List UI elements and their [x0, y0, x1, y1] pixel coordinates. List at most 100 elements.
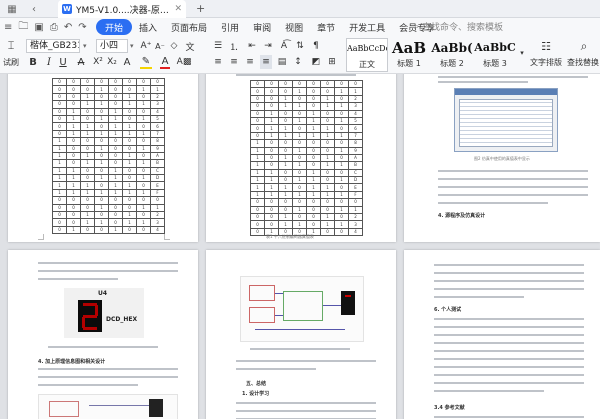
- table-cell: 0: [80, 114, 95, 124]
- align-left-icon[interactable]: ≡: [212, 55, 224, 69]
- close-tab-icon[interactable]: ✕: [174, 4, 182, 14]
- subscript-icon[interactable]: X₂: [106, 55, 118, 69]
- document-tab[interactable]: W YM5-V1.0....决器-原理文档报告 ✕: [58, 0, 186, 18]
- style-heading-2[interactable]: AaBb( 标题 2: [430, 38, 474, 72]
- table-cell: F: [150, 188, 165, 198]
- menu-home[interactable]: 开始: [96, 19, 133, 35]
- underline-icon[interactable]: U: [58, 55, 68, 69]
- redo-icon[interactable]: ↷: [78, 22, 86, 33]
- page-1[interactable]: 0000000000010011001001020011011301001004…: [8, 74, 198, 242]
- font-size-dropdown-icon[interactable]: ▾: [130, 42, 134, 50]
- undo-icon[interactable]: ↶: [64, 22, 72, 33]
- font-size-select[interactable]: 小四: [96, 39, 128, 53]
- table-cell: 0: [264, 153, 279, 163]
- align-center-icon[interactable]: ≡: [228, 55, 240, 69]
- superscript-icon[interactable]: X²: [92, 55, 104, 69]
- chinese-layout-icon[interactable]: A͡: [278, 39, 290, 53]
- hamburger-icon[interactable]: ≡: [4, 22, 12, 33]
- table-cell: 0: [250, 102, 265, 111]
- folder-icon[interactable]: 🗀: [18, 19, 28, 36]
- table-cell: 0: [292, 94, 307, 104]
- page-2[interactable]: 0000000000010011001001020011011301001004…: [206, 74, 396, 242]
- style-heading-3[interactable]: AaBbC 标题 3: [474, 38, 516, 72]
- borders-icon[interactable]: ⊞: [326, 55, 338, 69]
- menu-page-layout[interactable]: 页面布局: [164, 19, 214, 35]
- style-heading-1[interactable]: AaB 标题 1: [390, 38, 428, 72]
- page-4[interactable]: U4 DCD_HEX 4. 加上原理信息图和相关设计: [8, 250, 198, 419]
- menu-references[interactable]: 引用: [214, 19, 246, 35]
- italic-icon[interactable]: I: [44, 55, 54, 69]
- table-cell: C: [150, 166, 165, 176]
- table-cell: 0: [250, 205, 265, 215]
- shading-icon[interactable]: ◩: [310, 55, 322, 69]
- search-icon: ⌕: [414, 21, 420, 32]
- table-cell: 1: [66, 107, 81, 116]
- table-cell: 1: [94, 144, 109, 153]
- table-cell: 1: [122, 211, 137, 220]
- command-search[interactable]: ⌕ 查找命令、搜索模板: [414, 19, 524, 34]
- bold-icon[interactable]: B: [28, 55, 38, 69]
- new-tab-icon[interactable]: +: [196, 2, 205, 15]
- numbering-icon[interactable]: ⒈: [228, 39, 240, 53]
- bullets-icon[interactable]: ☰: [212, 39, 224, 53]
- table-cell: 0: [320, 205, 335, 215]
- menu-insert[interactable]: 插入: [132, 19, 164, 35]
- format-painter-icon[interactable]: ⌶: [4, 39, 18, 53]
- page-3[interactable]: 图2 仿真中使用的真值表中显示 4. 源程序及仿真设计: [404, 74, 600, 242]
- find-replace-icon[interactable]: ⌕: [572, 38, 596, 54]
- document-canvas[interactable]: 0000000000010011001001020011011301001004…: [0, 74, 600, 419]
- table-row: 1110110E: [52, 181, 165, 190]
- table-cell: 0: [264, 94, 279, 104]
- grow-font-icon[interactable]: A⁺: [140, 39, 152, 53]
- decrease-indent-icon[interactable]: ⇤: [246, 39, 258, 53]
- table-cell: 1: [122, 122, 137, 131]
- table-cell: 0: [136, 196, 151, 205]
- menu-review[interactable]: 审阅: [246, 19, 278, 35]
- menu-developer[interactable]: 开发工具: [342, 19, 392, 35]
- format-painter-label[interactable]: 试刷: [0, 56, 22, 68]
- page-5[interactable]: 五、总结 1. 设计学习: [206, 250, 396, 419]
- print-icon[interactable]: ⎙: [50, 22, 58, 33]
- table-cell: 1: [320, 220, 335, 229]
- sort-icon[interactable]: ⇅: [294, 39, 306, 53]
- line-spacing-icon[interactable]: ↕: [292, 55, 304, 69]
- justify-icon[interactable]: ≡: [260, 55, 272, 69]
- back-icon[interactable]: ‹: [26, 1, 42, 17]
- app-menu-icon[interactable]: ▦: [4, 1, 20, 17]
- table-cell: 1: [334, 146, 349, 155]
- highlight-icon[interactable]: ✎: [140, 55, 152, 69]
- table-row: 10010019: [250, 146, 363, 155]
- phonetic-icon[interactable]: 文: [184, 39, 196, 53]
- strikethrough-icon[interactable]: A: [76, 55, 86, 69]
- text-tools-label[interactable]: 文字排版: [526, 56, 566, 68]
- distribute-icon[interactable]: ▤: [276, 55, 288, 69]
- table-cell: 0: [94, 137, 109, 146]
- char-shading-icon[interactable]: A▩: [177, 55, 192, 69]
- table-row: 1111111F: [52, 188, 165, 198]
- shrink-font-icon[interactable]: A⁻: [154, 39, 166, 53]
- table-cell: 1: [122, 92, 137, 102]
- table-row: 1100100C: [250, 168, 363, 178]
- style-normal[interactable]: AaBbCcDc 正文: [346, 38, 388, 72]
- table-cell: 0: [122, 144, 137, 153]
- table-cell: 2: [150, 92, 165, 102]
- find-replace-label[interactable]: 查找替换: [566, 56, 600, 68]
- clear-format-icon[interactable]: ◇: [168, 39, 180, 53]
- page-6[interactable]: 6. 个人测试 3.4 参考文献: [404, 250, 600, 419]
- align-right-icon[interactable]: ≡: [244, 55, 256, 69]
- save-icon[interactable]: ▣: [34, 22, 43, 33]
- menu-section[interactable]: 章节: [310, 19, 342, 35]
- styles-more-icon[interactable]: ▾: [518, 46, 526, 60]
- table-cell: 0: [108, 159, 123, 168]
- font-color-icon[interactable]: A: [160, 55, 170, 69]
- table-cell: 0: [94, 151, 109, 161]
- increase-indent-icon[interactable]: ⇥: [262, 39, 274, 53]
- font-name-select[interactable]: 楷体_GB2312: [26, 39, 80, 53]
- menu-view[interactable]: 视图: [278, 19, 310, 35]
- font-name-dropdown-icon[interactable]: ▾: [83, 42, 87, 50]
- font-effect-icon[interactable]: A: [122, 55, 132, 69]
- show-marks-icon[interactable]: ¶: [310, 39, 322, 53]
- table-cell: 0: [292, 124, 307, 133]
- table-cell: 0: [306, 146, 321, 155]
- text-tools-icon[interactable]: ☷: [534, 38, 558, 54]
